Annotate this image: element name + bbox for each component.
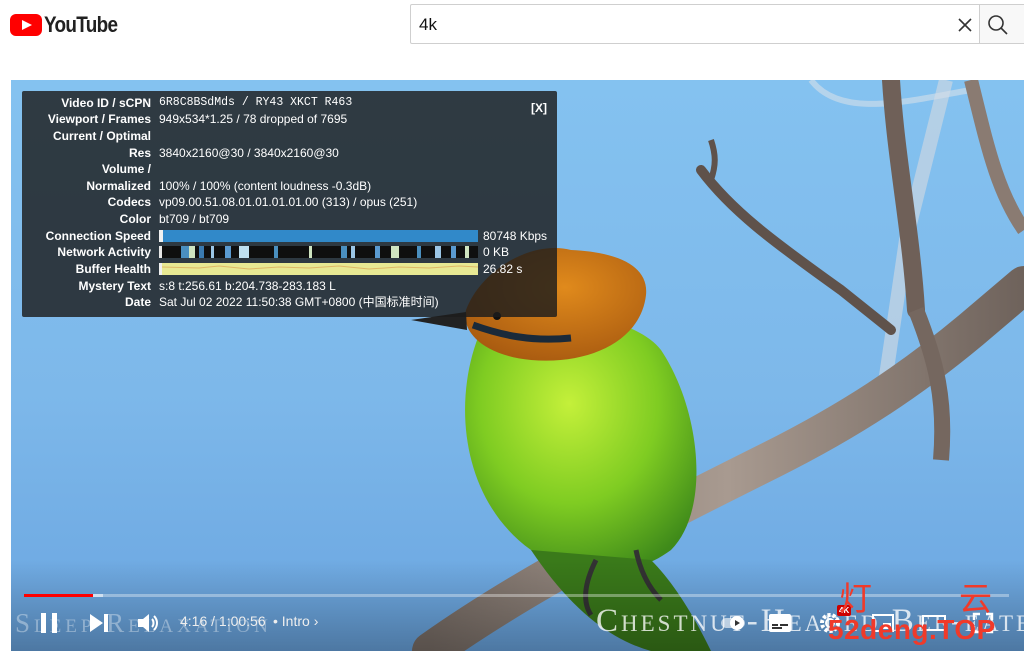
theater-mode-icon[interactable] [921,611,947,635]
stat-row-connection-speed: Connection Speed 80748 Kbps [22,228,557,244]
quality-badge: 4K [837,605,852,616]
stat-value: 949x534*1.25 / 78 dropped of 7695 [159,112,348,126]
stat-row-codecs: Codecs vp09.00.51.08.01.01.01.01.00 (313… [22,194,557,210]
youtube-play-icon [10,14,42,36]
youtube-logo[interactable]: YouTube [10,11,129,39]
stat-label: Mystery Text [78,279,151,293]
progress-played [24,594,93,597]
stat-row-current-optimal: Current / Optimal [22,128,557,144]
stat-label: Buffer Health [75,262,151,276]
stat-value: 0 KB [483,245,510,259]
stat-row-mystery-text: Mystery Text s:8 t:256.61 b:204.738-283.… [22,278,557,294]
stat-value: bt709 / bt709 [159,212,230,226]
stat-label: Current / Optimal [52,129,151,143]
clear-icon[interactable] [955,15,975,35]
chapter-button[interactable]: • Intro › [273,613,318,629]
stat-value: s:8 t:256.61 b:204.738-283.183 L [159,279,336,293]
video-player[interactable]: Sleep Relaxation Chestnut-Headed Bee-eat… [11,80,1024,651]
stat-label: Date [124,295,151,309]
chevron-right-icon: › [313,613,319,629]
subtitles-icon[interactable] [767,611,793,635]
pause-icon[interactable] [37,611,61,635]
stat-label: Normalized [86,179,151,193]
stat-label: Network Activity [57,245,151,259]
stat-label: Res [128,146,151,160]
stat-value: 26.82 s [483,262,523,276]
stat-value: vp09.00.51.08.01.01.01.01.00 (313) / opu… [159,195,418,209]
connection-speed-graph [159,230,478,242]
search-input[interactable] [419,13,939,37]
stat-row-normalized: Normalized 100% / 100% (content loudness… [22,178,557,194]
stat-value: 6R8C8BSdMds / RY43 XKCT R463 [159,96,353,109]
buffer-health-graph [159,263,478,275]
stat-label: Connection Speed [45,229,151,243]
stat-row-volume: Volume / [22,161,557,177]
stat-value: 100% / 100% (content loudness -0.3dB) [159,179,372,193]
autoplay-toggle-icon[interactable] [721,611,745,635]
next-icon[interactable] [87,611,111,635]
search-icon [988,15,1008,35]
miniplayer-icon[interactable] [871,611,895,635]
stat-label: Viewport / Frames [47,112,151,126]
stat-row-network-activity: Network Activity 0 KB [22,244,557,260]
stat-value: 80748 Kbps [483,229,548,243]
time-display: 4:16 / 1:00:56 [180,613,266,629]
video-title-watermark: Chestnut-Headed Bee-eater [596,603,1024,639]
masthead: YouTube [0,0,1024,60]
stat-label: Codecs [107,195,151,209]
logo-text: YouTube [44,12,118,37]
search-button[interactable] [980,4,1024,44]
stat-label: Volume / [101,162,151,176]
progress-bar[interactable] [24,594,1009,597]
stat-row-color: Color bt709 / bt709 [22,211,557,227]
search-box [410,4,980,44]
chapter-label: • Intro [273,613,310,629]
stat-row-video-id: Video ID / sCPN 6R8C8BSdMds / RY43 XKCT … [22,95,557,111]
stat-value: Sat Jul 02 2022 11:50:38 GMT+0800 (中国标准时… [159,295,439,309]
stat-value: 3840x2160@30 / 3840x2160@30 [159,146,339,160]
network-activity-graph [159,246,478,258]
stat-row-buffer-health: Buffer Health 26.82 s [22,261,557,277]
stat-label: Color [119,212,151,226]
stat-row-date: Date Sat Jul 02 2022 11:50:38 GMT+0800 (… [22,294,557,310]
stat-row-viewport: Viewport / Frames 949x534*1.25 / 78 drop… [22,111,557,127]
stat-row-res: Res 3840x2160@30 / 3840x2160@30 [22,145,557,161]
stat-label: Video ID / sCPN [61,96,151,110]
volume-icon[interactable] [135,610,161,636]
stats-for-nerds-panel: [X] Video ID / sCPN 6R8C8BSdMds / RY43 X… [22,91,557,317]
fullscreen-icon[interactable] [971,611,995,635]
